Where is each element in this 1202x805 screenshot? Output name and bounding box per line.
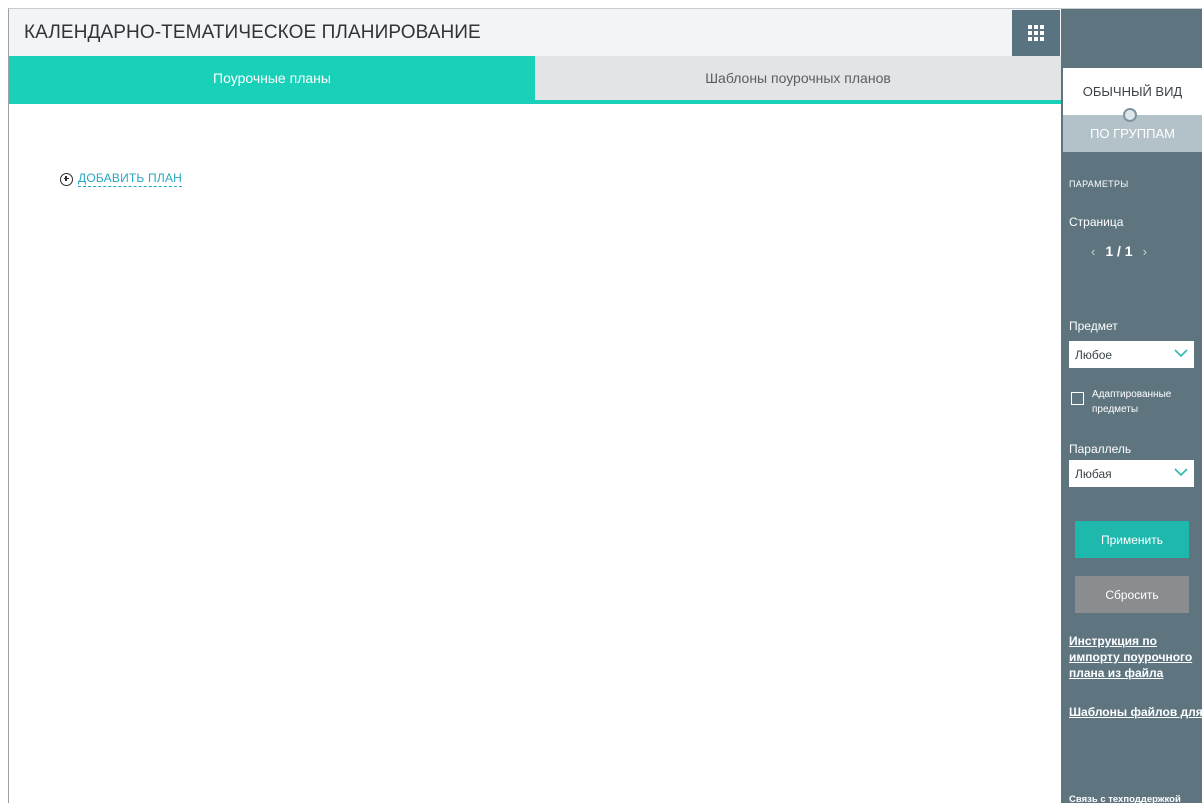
subject-select[interactable]: Любое (1069, 341, 1194, 368)
pager-value: 1 / 1 (1105, 243, 1133, 259)
active-tab-underline (9, 100, 1061, 104)
support-link[interactable]: Связь с техподдержкой (1069, 794, 1181, 805)
parallel-label: Параллель (1069, 442, 1132, 456)
adapted-subjects-label: Адаптированные предметы (1092, 389, 1172, 415)
adapted-subjects-checkbox-row[interactable]: Адаптированные предметы (1071, 387, 1182, 417)
main-area: КАЛЕНДАРНО-ТЕМАТИЧЕСКОЕ ПЛАНИРОВАНИЕ Поу… (9, 9, 1061, 803)
header-bar: КАЛЕНДАРНО-ТЕМАТИЧЕСКОЕ ПЛАНИРОВАНИЕ (9, 9, 1061, 56)
sidebar: ОБЫЧНЫЙ ВИД ПО ГРУППАМ ПАРАМЕТРЫ Страниц… (1061, 9, 1202, 805)
pager-prev-icon[interactable]: ‹ (1091, 244, 1095, 259)
grid-menu-icon (1028, 25, 1044, 41)
pager-next-icon[interactable]: › (1143, 244, 1147, 259)
tab-lesson-plans[interactable]: Поурочные планы (9, 56, 535, 100)
reset-button[interactable]: Сбросить (1075, 576, 1189, 613)
chevron-down-icon (1174, 468, 1188, 477)
apply-button[interactable]: Применить (1075, 521, 1189, 558)
parallel-select-value: Любая (1075, 466, 1112, 481)
add-plan-label: ДОБАВИТЬ ПЛАН (78, 171, 183, 187)
tab-lesson-plan-templates[interactable]: Шаблоны поурочных планов (535, 56, 1061, 100)
page-title: КАЛЕНДАРНО-ТЕМАТИЧЕСКОЕ ПЛАНИРОВАНИЕ (24, 22, 481, 43)
page-label: Страница (1069, 215, 1124, 229)
params-heading: ПАРАМЕТРЫ (1069, 179, 1129, 189)
subject-label: Предмет (1069, 319, 1118, 333)
parallel-select[interactable]: Любая (1069, 460, 1194, 487)
pager: ‹ 1 / 1 › (1091, 243, 1147, 259)
subject-select-value: Любое (1075, 347, 1113, 362)
apps-menu-button[interactable] (1012, 10, 1060, 56)
import-templates-link[interactable]: Шаблоны файлов для импорта (1069, 704, 1202, 720)
adapted-subjects-checkbox[interactable] (1071, 392, 1084, 405)
plus-circle-icon (60, 172, 73, 186)
import-instruction-link[interactable]: Инструкция по импорту поурочного плана и… (1069, 633, 1202, 681)
add-plan-link[interactable]: ДОБАВИТЬ ПЛАН (60, 171, 183, 187)
tab-bar: Поурочные планы Шаблоны поурочных планов (9, 56, 1061, 105)
view-toggle-knob[interactable] (1123, 108, 1137, 122)
chevron-down-icon (1174, 349, 1188, 358)
